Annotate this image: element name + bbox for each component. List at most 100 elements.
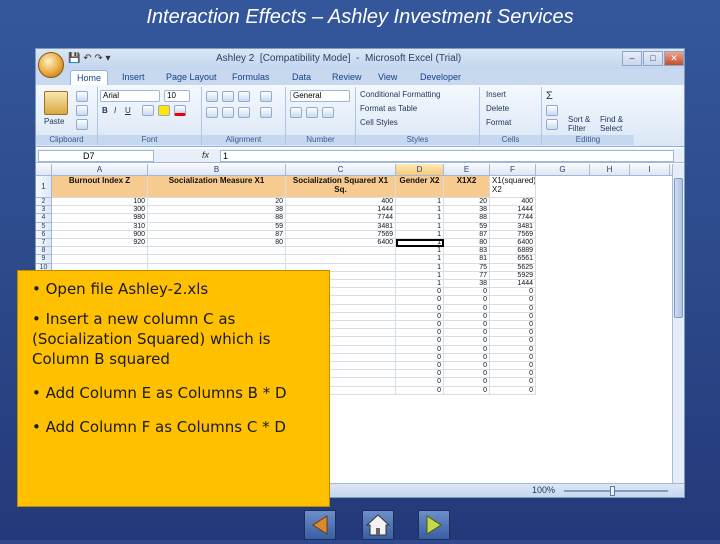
font-size-select[interactable]: 10 bbox=[164, 90, 190, 102]
fill-color-icon[interactable] bbox=[158, 105, 170, 116]
column-header-a[interactable]: A bbox=[52, 164, 148, 176]
wrap-text-icon[interactable] bbox=[260, 91, 272, 102]
merge-center-icon[interactable] bbox=[260, 107, 272, 118]
minimize-icon[interactable]: – bbox=[622, 51, 642, 66]
fill-icon[interactable] bbox=[546, 105, 558, 116]
find-select-button[interactable]: Find & Select bbox=[600, 115, 630, 133]
table-cell[interactable]: 88 bbox=[444, 214, 490, 223]
tab-data[interactable]: Data bbox=[286, 70, 317, 85]
conditional-formatting-button[interactable]: Conditional Formatting bbox=[360, 90, 440, 99]
table-cell[interactable]: 0 bbox=[490, 312, 536, 321]
table-cell[interactable]: 7744 bbox=[286, 214, 396, 223]
name-box[interactable]: D7 bbox=[38, 150, 154, 162]
format-as-table-button[interactable]: Format as Table bbox=[360, 104, 417, 113]
table-cell[interactable]: 0 bbox=[444, 329, 490, 338]
office-button[interactable] bbox=[38, 52, 64, 78]
table-cell[interactable]: 7744 bbox=[490, 214, 536, 223]
comma-icon[interactable] bbox=[322, 107, 334, 118]
table-cell[interactable]: 1 bbox=[396, 255, 444, 264]
table-cell[interactable]: 1 bbox=[396, 206, 444, 215]
maximize-icon[interactable]: □ bbox=[643, 51, 663, 66]
table-cell[interactable]: 0 bbox=[396, 362, 444, 371]
table-cell[interactable]: 87 bbox=[444, 230, 490, 239]
table-cell[interactable]: 900 bbox=[52, 230, 148, 239]
row-header[interactable]: 2 bbox=[36, 198, 52, 207]
zoom-slider-knob[interactable] bbox=[610, 486, 615, 496]
row-header[interactable]: 4 bbox=[36, 214, 52, 223]
table-cell[interactable] bbox=[286, 247, 396, 256]
font-name-select[interactable]: Arial bbox=[100, 90, 160, 102]
header-cell[interactable]: X1X2 bbox=[444, 176, 490, 198]
align-left-icon[interactable] bbox=[206, 107, 218, 118]
column-header-c[interactable]: C bbox=[286, 164, 396, 176]
table-cell[interactable]: 0 bbox=[490, 386, 536, 395]
table-cell[interactable]: 20 bbox=[148, 198, 286, 207]
table-cell[interactable]: 81 bbox=[444, 255, 490, 264]
table-cell[interactable]: 0 bbox=[396, 345, 444, 354]
table-cell[interactable]: 0 bbox=[490, 304, 536, 313]
table-cell[interactable]: 0 bbox=[490, 296, 536, 305]
table-cell[interactable]: 38 bbox=[444, 206, 490, 215]
zoom-level[interactable]: 100% bbox=[532, 485, 555, 495]
autosum-icon[interactable]: Σ bbox=[546, 90, 553, 102]
table-cell[interactable]: 77 bbox=[444, 271, 490, 280]
table-cell[interactable]: 1 bbox=[396, 271, 444, 280]
column-header-b[interactable]: B bbox=[148, 164, 286, 176]
vertical-scrollbar[interactable] bbox=[672, 164, 684, 484]
delete-cells-button[interactable]: Delete bbox=[486, 104, 509, 113]
header-cell[interactable]: Socialization Squared X1 Sq. bbox=[286, 176, 396, 198]
table-cell[interactable]: 100 bbox=[52, 198, 148, 207]
table-cell[interactable]: 0 bbox=[396, 296, 444, 305]
number-format-select[interactable]: General bbox=[290, 90, 350, 102]
table-cell[interactable]: 0 bbox=[490, 321, 536, 330]
table-cell[interactable]: 1 bbox=[396, 214, 444, 223]
select-all-corner[interactable] bbox=[36, 164, 52, 176]
table-cell[interactable] bbox=[52, 247, 148, 256]
table-cell[interactable]: 0 bbox=[396, 312, 444, 321]
zoom-slider[interactable] bbox=[564, 490, 668, 492]
table-cell[interactable]: 0 bbox=[490, 337, 536, 346]
align-middle-icon[interactable] bbox=[222, 91, 234, 102]
table-cell[interactable]: 1 bbox=[396, 280, 444, 289]
table-cell[interactable] bbox=[52, 255, 148, 264]
align-bottom-icon[interactable] bbox=[238, 91, 250, 102]
column-header-f[interactable]: F bbox=[490, 164, 536, 176]
table-cell[interactable]: 980 bbox=[52, 214, 148, 223]
align-right-icon[interactable] bbox=[238, 107, 250, 118]
formula-input[interactable]: 1 bbox=[220, 150, 674, 162]
format-painter-icon[interactable] bbox=[76, 119, 88, 130]
table-cell[interactable]: 75 bbox=[444, 263, 490, 272]
table-cell[interactable]: 400 bbox=[490, 198, 536, 207]
table-cell[interactable]: 1444 bbox=[490, 206, 536, 215]
table-cell[interactable]: 3481 bbox=[286, 222, 396, 231]
borders-icon[interactable] bbox=[142, 105, 154, 116]
tab-home[interactable]: Home bbox=[70, 70, 109, 85]
table-cell[interactable]: 59 bbox=[444, 222, 490, 231]
table-cell[interactable]: 0 bbox=[490, 329, 536, 338]
cell-styles-button[interactable]: Cell Styles bbox=[360, 118, 398, 127]
table-cell[interactable]: 0 bbox=[396, 370, 444, 379]
table-cell[interactable]: 0 bbox=[444, 312, 490, 321]
table-cell[interactable]: 3481 bbox=[490, 222, 536, 231]
table-cell[interactable]: 0 bbox=[444, 353, 490, 362]
table-cell[interactable]: 0 bbox=[444, 378, 490, 387]
table-cell[interactable]: 0 bbox=[396, 304, 444, 313]
table-cell[interactable]: 1 bbox=[396, 230, 444, 239]
table-cell[interactable]: 5929 bbox=[490, 271, 536, 280]
table-cell[interactable]: 0 bbox=[444, 362, 490, 371]
table-cell[interactable]: 7569 bbox=[286, 230, 396, 239]
row-header[interactable]: 6 bbox=[36, 230, 52, 239]
format-cells-button[interactable]: Format bbox=[486, 118, 511, 127]
row-header[interactable]: 9 bbox=[36, 255, 52, 264]
table-cell[interactable]: 0 bbox=[490, 362, 536, 371]
table-cell[interactable] bbox=[148, 247, 286, 256]
percent-icon[interactable] bbox=[306, 107, 318, 118]
table-cell[interactable]: 38 bbox=[148, 206, 286, 215]
table-cell[interactable]: 1 bbox=[396, 222, 444, 231]
align-top-icon[interactable] bbox=[206, 91, 218, 102]
tab-formulas[interactable]: Formulas bbox=[226, 70, 276, 85]
row-header[interactable]: 5 bbox=[36, 222, 52, 231]
tab-review[interactable]: Review bbox=[326, 70, 368, 85]
table-cell[interactable]: 0 bbox=[444, 337, 490, 346]
tab-insert[interactable]: Insert bbox=[116, 70, 151, 85]
